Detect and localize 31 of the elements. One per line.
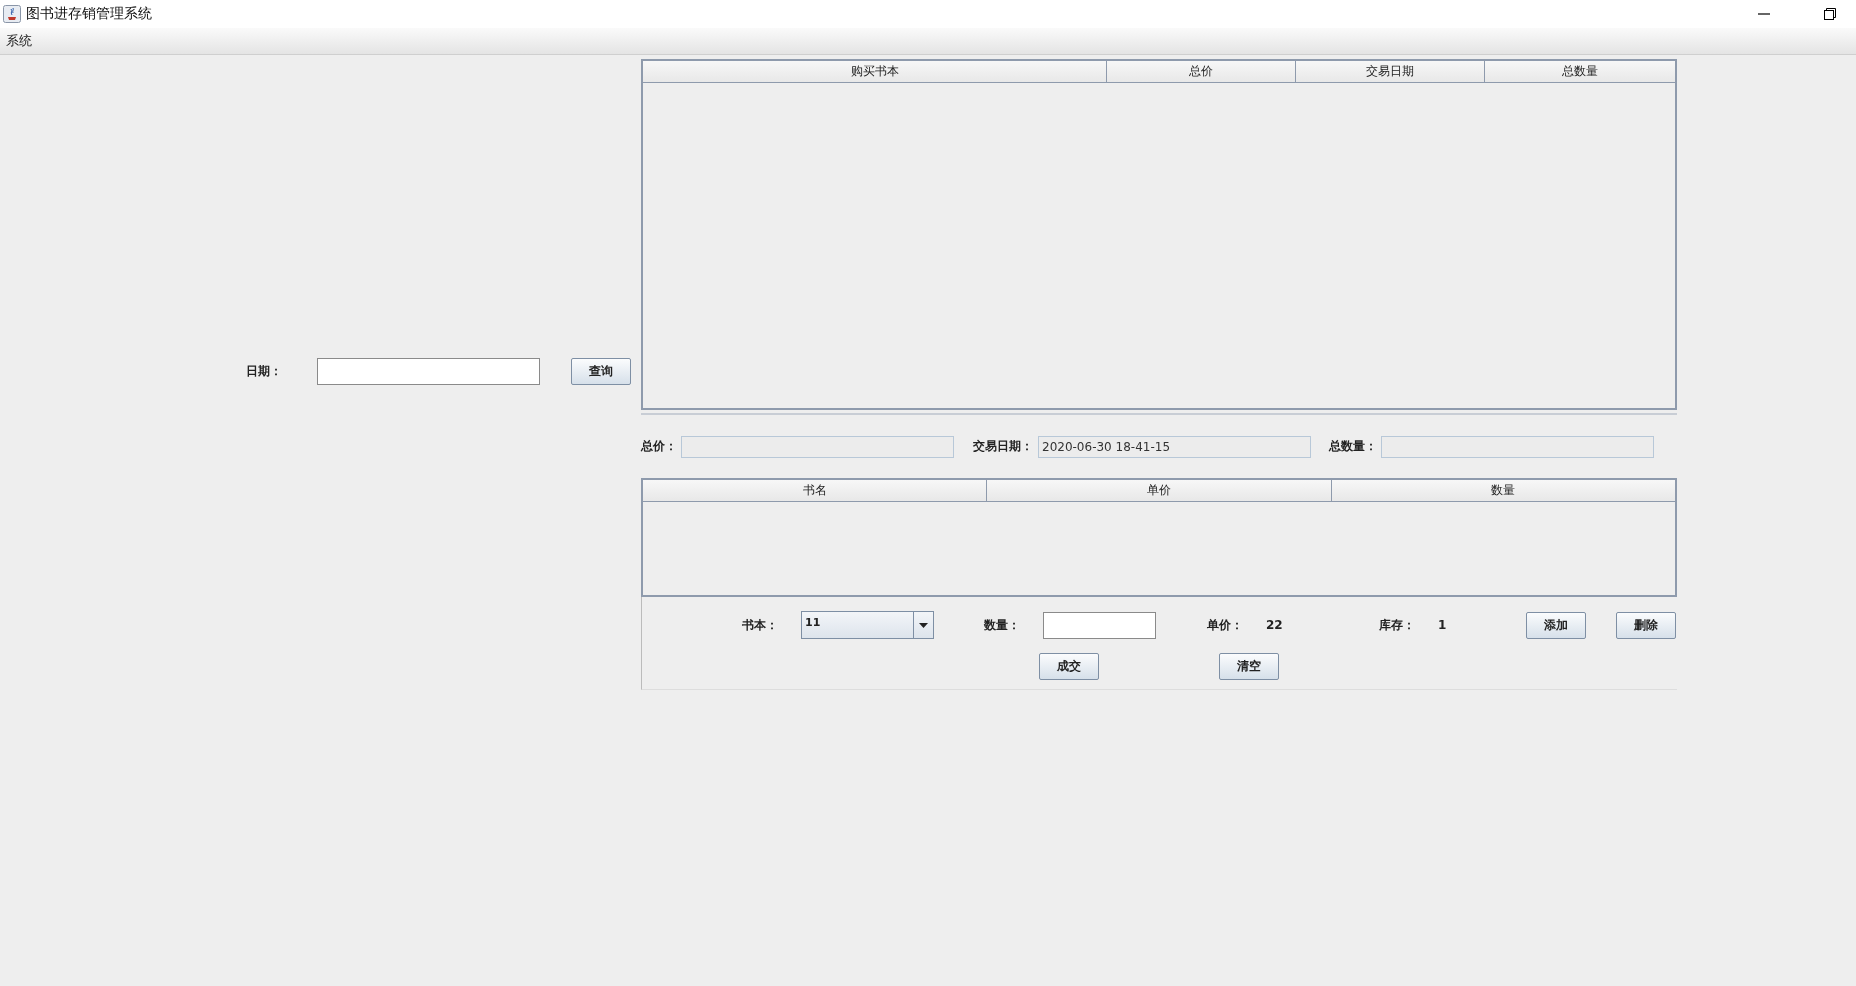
quantity-field[interactable] bbox=[1043, 611, 1156, 639]
column-header[interactable]: 总价 bbox=[1107, 61, 1296, 82]
app-icon bbox=[3, 5, 21, 23]
date-field[interactable] bbox=[317, 358, 540, 385]
restore-icon[interactable] bbox=[1824, 8, 1836, 20]
caret-icon bbox=[919, 622, 928, 628]
column-header[interactable]: 书名 bbox=[643, 480, 988, 501]
window-title: 图书进存销管理系统 bbox=[26, 5, 152, 23]
add-button[interactable]: 添加 bbox=[1526, 611, 1586, 639]
text-field: 2020-06-30 18-41-15 bbox=[1038, 435, 1311, 458]
field-label: 总价： bbox=[641, 438, 678, 455]
confirm-button[interactable]: 成交 bbox=[1039, 653, 1099, 680]
menu-item[interactable]: 系统 bbox=[6, 32, 32, 50]
date-label: 日期： bbox=[246, 363, 283, 380]
delete-button[interactable]: 删除 bbox=[1616, 611, 1676, 639]
column-header[interactable]: 数量 bbox=[1331, 480, 1675, 501]
clear-button[interactable]: 清空 bbox=[1219, 653, 1279, 680]
field-label: 总数量： bbox=[1329, 438, 1378, 455]
query-button[interactable]: 查询 bbox=[571, 358, 631, 385]
price-label: 单价： bbox=[1207, 616, 1244, 634]
column-header[interactable]: 交易日期 bbox=[1296, 61, 1485, 82]
quantity-label: 数量： bbox=[984, 616, 1021, 634]
column-header[interactable]: 总数量 bbox=[1485, 61, 1675, 82]
field-label: 交易日期： bbox=[973, 438, 1034, 455]
book-dropdown[interactable]: 11 bbox=[801, 611, 934, 639]
column-header[interactable]: 购买书本 bbox=[643, 61, 1107, 82]
stock-value: 1 bbox=[1438, 618, 1448, 632]
book-label: 书本： bbox=[742, 616, 779, 634]
price-value: 22 bbox=[1266, 618, 1284, 632]
column-header[interactable]: 单价 bbox=[987, 480, 1332, 501]
stock-label: 库存： bbox=[1379, 616, 1416, 634]
